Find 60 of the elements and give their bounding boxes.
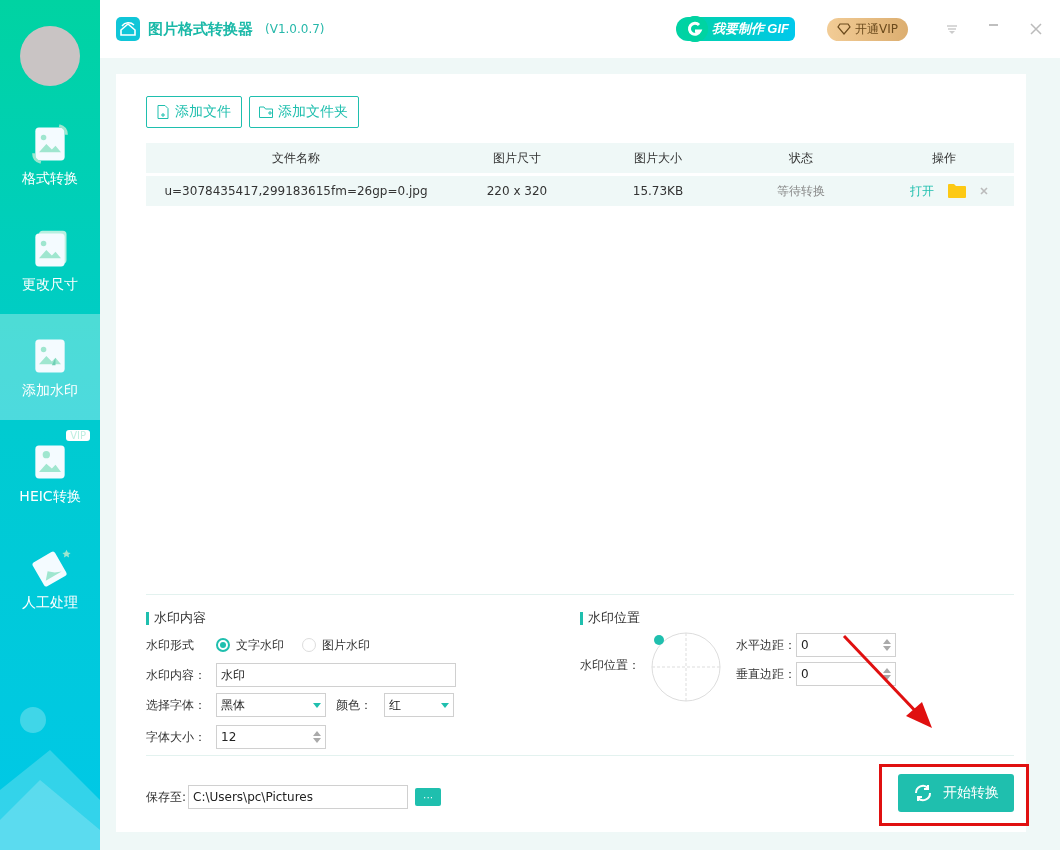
field-label: 水印位置：: [580, 657, 641, 674]
add-file-button[interactable]: 添加文件: [146, 96, 242, 128]
field-label: 字体大小：: [146, 728, 207, 746]
sidebar-item[interactable]: VIP HEIC转换: [0, 420, 100, 526]
status-cell: 等待转换: [728, 176, 874, 206]
spinner-arrows-icon[interactable]: [883, 668, 891, 680]
remove-icon[interactable]: [980, 187, 988, 195]
radio-option[interactable]: 文字水印: [216, 636, 284, 654]
column-header: 图片尺寸: [446, 143, 588, 173]
folder-icon[interactable]: [948, 184, 966, 198]
font-dropdown[interactable]: 黑体: [216, 693, 326, 717]
vertical-margin-input[interactable]: 0: [796, 662, 896, 686]
app-logo-icon: [116, 17, 140, 41]
section-title: 水印内容: [146, 609, 580, 627]
field-label: 水印内容：: [146, 666, 207, 684]
diamond-icon: [837, 23, 851, 35]
add-folder-button[interactable]: 添加文件夹: [249, 96, 359, 128]
field-label: 保存至:: [146, 788, 187, 806]
position-picker[interactable]: [650, 631, 722, 703]
horizontal-margin-input[interactable]: 0: [796, 633, 896, 657]
column-header: 状态: [728, 143, 874, 173]
field-label: 垂直边距：: [736, 665, 796, 683]
file-size-cell: 15.73KB: [588, 176, 728, 206]
refresh-icon: [913, 783, 933, 803]
file-plus-icon: [155, 104, 171, 120]
sidebar-item[interactable]: 添加水印: [0, 314, 100, 420]
column-header: 图片大小: [588, 143, 728, 173]
start-convert-button[interactable]: 开始转换: [898, 774, 1014, 812]
sidebar-item[interactable]: 格式转换: [0, 102, 100, 208]
field-label: 水平边距：: [736, 636, 796, 654]
dropdown-caret-icon: [441, 702, 449, 708]
text-input[interactable]: 水印: [216, 663, 456, 687]
folder-plus-icon: [258, 104, 274, 120]
sidebar-item[interactable]: 人工处理: [0, 526, 100, 632]
user-avatar[interactable]: [20, 26, 80, 86]
close-icon[interactable]: [1028, 21, 1044, 37]
vip-badge: VIP: [66, 430, 90, 441]
section-title: 水印位置: [580, 609, 1014, 627]
dropdown-caret-icon: [313, 702, 321, 708]
radio-icon[interactable]: [216, 638, 230, 652]
spinner-arrows-icon[interactable]: [313, 731, 321, 743]
file-name-cell: u=3078435417,299183615fm=26gp=0.jpg: [146, 176, 446, 206]
spinner-arrows-icon[interactable]: [883, 639, 891, 651]
color-dropdown[interactable]: 红: [384, 693, 454, 717]
sidebar-item[interactable]: 更改尺寸: [0, 208, 100, 314]
column-header: 操作: [874, 143, 1014, 173]
save-path-input[interactable]: C:\Users\pc\Pictures: [188, 785, 409, 809]
version-label: (V1.0.0.7): [265, 22, 325, 36]
radio-option[interactable]: 图片水印: [302, 636, 370, 654]
browse-button[interactable]: ···: [415, 788, 442, 806]
column-header: 文件名称: [146, 143, 446, 173]
vip-button[interactable]: 开通VIP: [827, 17, 908, 41]
field-label: 选择字体：: [146, 696, 207, 714]
field-label: 水印形式: [146, 636, 195, 654]
open-link[interactable]: 打开: [910, 182, 934, 200]
font-size-input[interactable]: 12: [216, 725, 326, 749]
dimensions-cell: 220 x 320: [446, 176, 588, 206]
field-label: 颜色：: [336, 696, 372, 714]
make-gif-button[interactable]: 我要制作 GIF: [675, 17, 795, 41]
app-title: 图片格式转换器: [148, 19, 253, 39]
